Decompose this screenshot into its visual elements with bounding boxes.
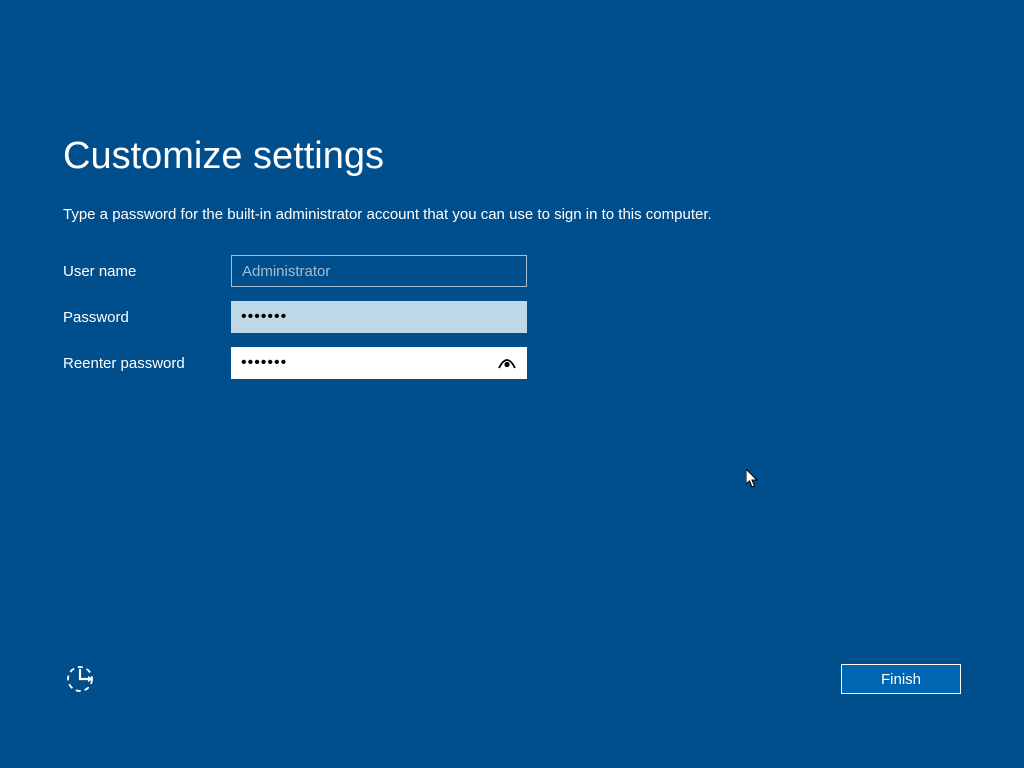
username-label: User name xyxy=(63,263,231,280)
reenter-password-value: ••••••• xyxy=(241,354,287,372)
page-title: Customize settings xyxy=(63,135,1024,178)
password-label: Password xyxy=(63,309,231,326)
reenter-password-field[interactable]: ••••••• xyxy=(231,347,527,379)
ease-of-access-button[interactable] xyxy=(63,662,97,696)
page-subtitle: Type a password for the built-in adminis… xyxy=(63,206,1024,223)
reenter-password-label: Reenter password xyxy=(63,355,231,372)
reveal-password-icon[interactable] xyxy=(497,353,517,373)
cursor-icon xyxy=(746,469,762,491)
finish-button[interactable]: Finish xyxy=(841,664,961,694)
password-field[interactable]: ••••••• xyxy=(231,301,527,333)
ease-of-access-icon xyxy=(64,663,96,695)
username-field: Administrator xyxy=(231,255,527,287)
